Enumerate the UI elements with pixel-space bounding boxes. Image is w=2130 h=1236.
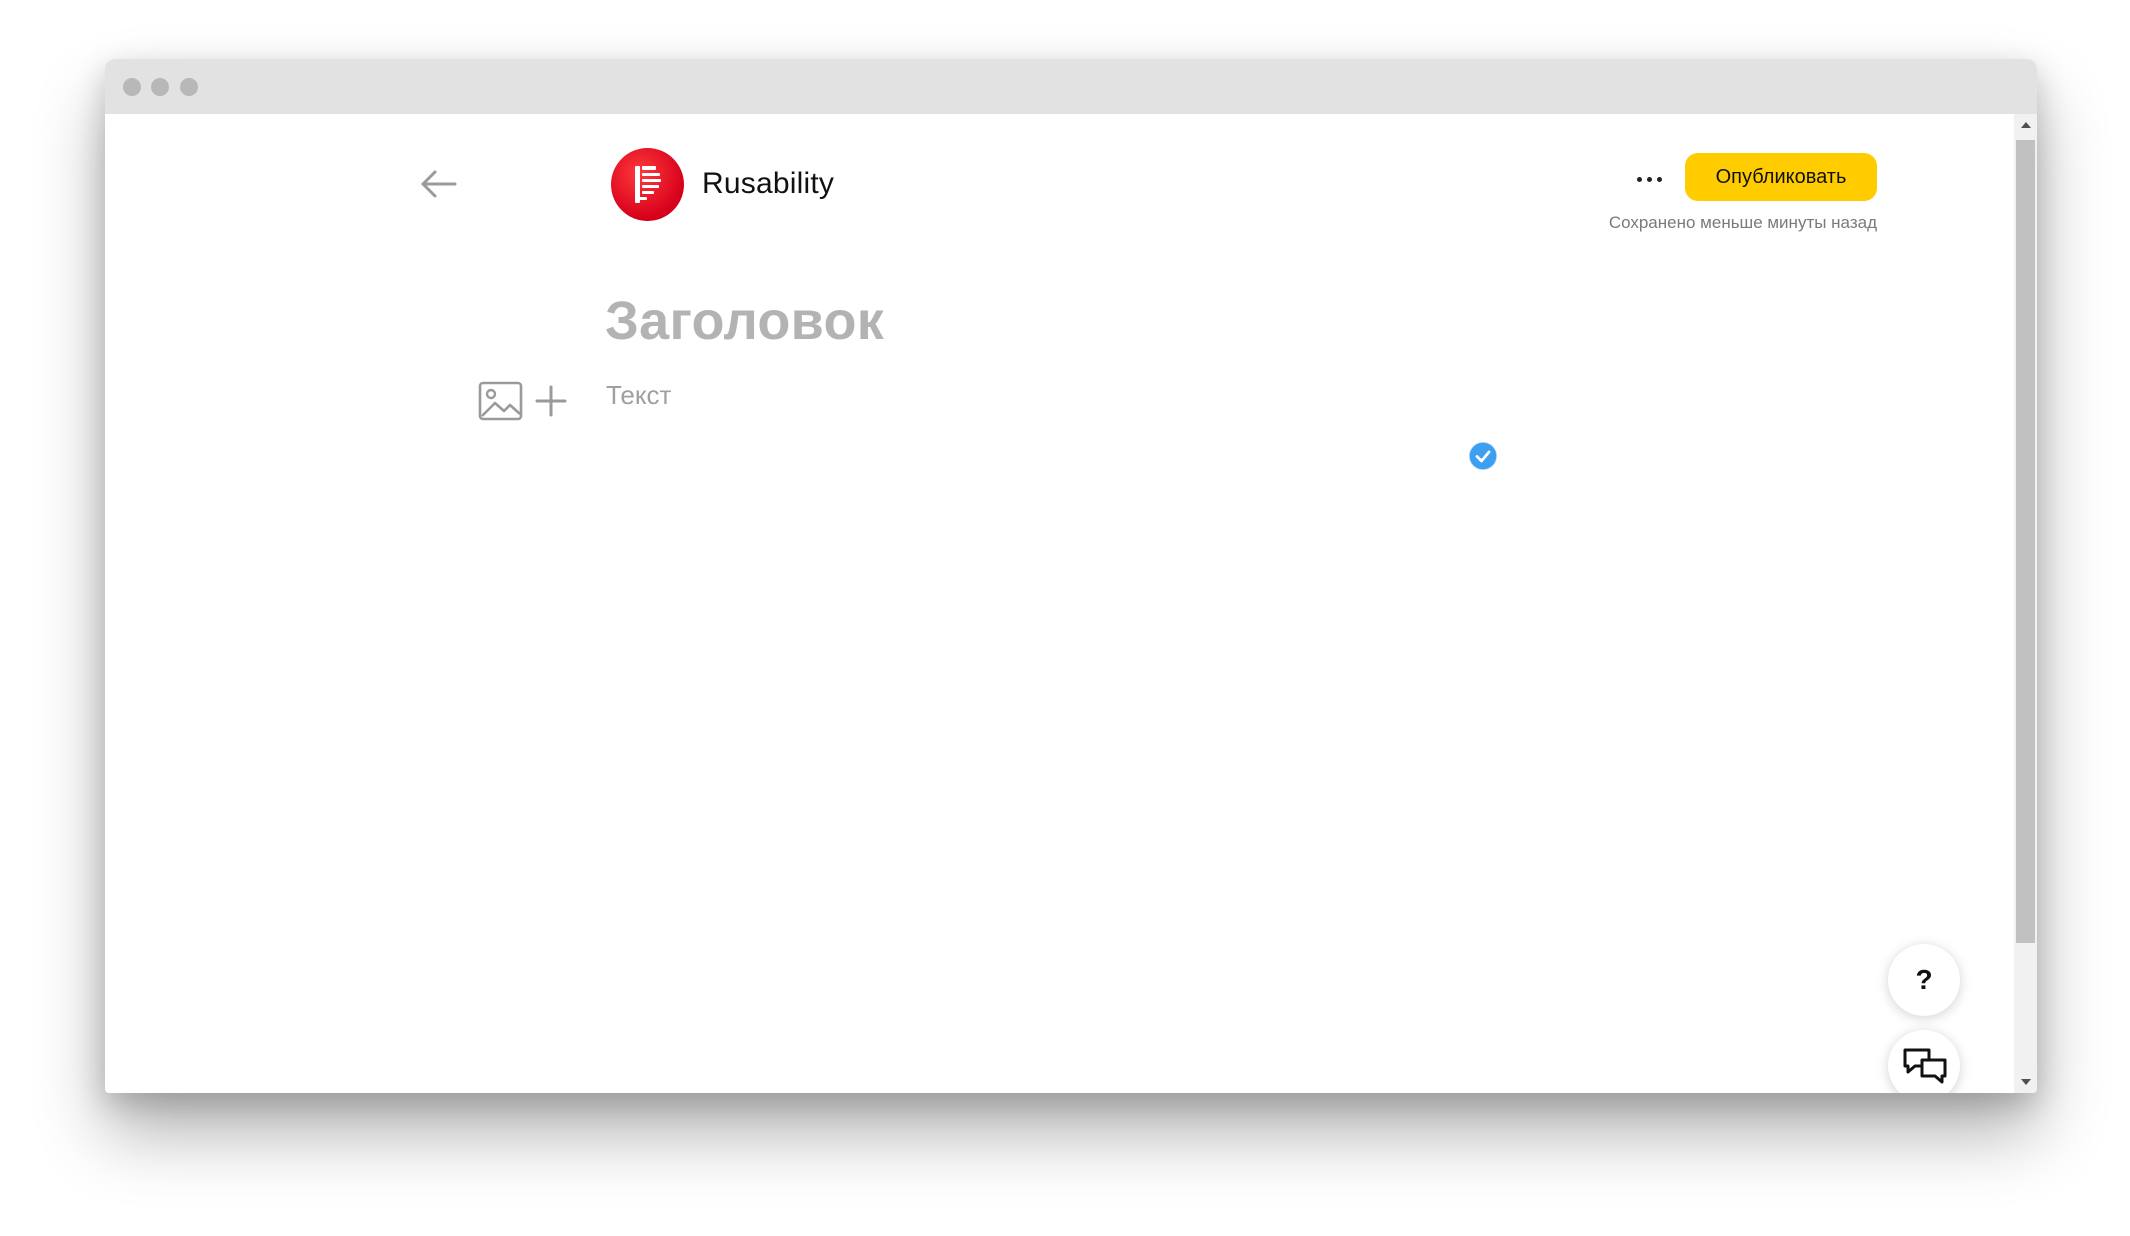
plus-icon: [535, 385, 567, 417]
insert-block-button[interactable]: [533, 383, 569, 419]
title-input[interactable]: Заголовок: [605, 290, 884, 352]
save-status-text: Сохранено меньше минуты назад: [1608, 213, 1877, 232]
text-input[interactable]: Текст: [606, 380, 671, 411]
scroll-thumb[interactable]: [2016, 140, 2035, 943]
vertical-scrollbar[interactable]: [2014, 114, 2037, 1093]
screenshot-stage: Rusability Опубликовать Сохранено меньше…: [0, 0, 2130, 1236]
scroll-up-arrow[interactable]: [2014, 114, 2037, 136]
image-icon: [478, 381, 523, 421]
chat-bubbles-icon: [1903, 1048, 1947, 1084]
check-circle-icon: [1468, 441, 1498, 471]
channel-logo-icon: [635, 166, 661, 203]
more-dot: [1647, 177, 1652, 182]
window-titlebar: [105, 59, 2037, 114]
chat-button[interactable]: [1888, 1030, 1960, 1093]
arrow-left-icon: [421, 170, 457, 198]
browser-window: Rusability Опубликовать Сохранено меньше…: [105, 59, 2037, 1093]
channel-avatar[interactable]: [611, 148, 684, 221]
more-options-button[interactable]: [1631, 164, 1671, 194]
help-button[interactable]: ?: [1888, 944, 1960, 1016]
check-badge: [1468, 441, 1498, 471]
back-button[interactable]: [413, 164, 463, 204]
window-close-dot[interactable]: [123, 78, 141, 96]
scroll-down-arrow[interactable]: [2014, 1071, 2037, 1093]
publish-button[interactable]: Опубликовать: [1685, 153, 1877, 201]
window-maximize-dot[interactable]: [180, 78, 198, 96]
editor-page: Rusability Опубликовать Сохранено меньше…: [105, 114, 2014, 1093]
channel-name[interactable]: Rusability: [702, 167, 834, 201]
more-dots-icon: [1637, 177, 1642, 182]
more-dot: [1657, 177, 1662, 182]
window-minimize-dot[interactable]: [151, 78, 169, 96]
insert-image-button[interactable]: [478, 380, 524, 422]
